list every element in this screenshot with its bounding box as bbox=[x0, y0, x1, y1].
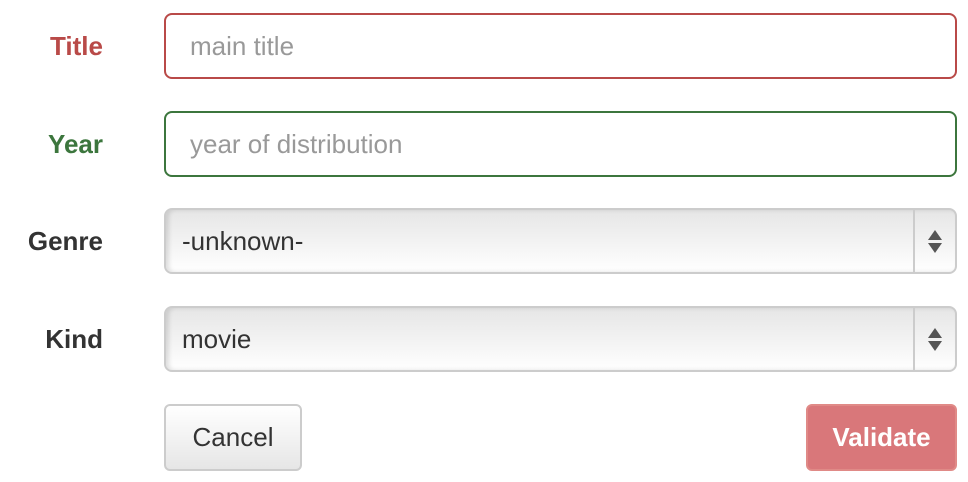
kind-selected-value: movie bbox=[182, 324, 252, 354]
up-down-arrows-icon bbox=[913, 210, 955, 272]
year-input[interactable] bbox=[164, 111, 957, 177]
genre-select[interactable]: -unknown- bbox=[164, 208, 957, 274]
up-down-arrows-icon bbox=[913, 308, 955, 370]
genre-selected-value: -unknown- bbox=[182, 226, 304, 256]
year-label: Year bbox=[48, 129, 103, 159]
title-label: Title bbox=[50, 31, 103, 61]
genre-label: Genre bbox=[27, 226, 103, 256]
kind-select[interactable]: movie bbox=[164, 306, 957, 372]
title-input[interactable] bbox=[164, 13, 957, 79]
kind-label: Kind bbox=[45, 324, 103, 354]
validate-button[interactable]: Validate bbox=[806, 404, 957, 471]
cancel-button[interactable]: Cancel bbox=[164, 404, 302, 471]
